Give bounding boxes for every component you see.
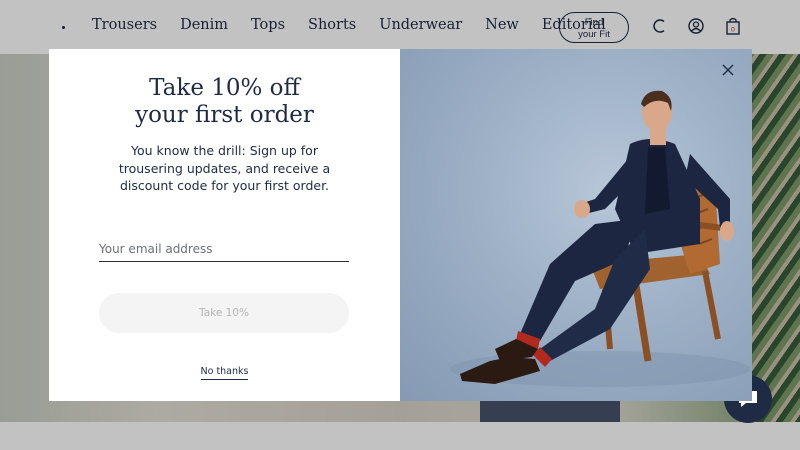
modal-description: You know the drill: Sign up for trouseri… — [118, 143, 331, 193]
modal-photo — [400, 49, 752, 401]
model-illustration — [450, 90, 750, 387]
email-field[interactable] — [99, 236, 349, 262]
no-thanks-link[interactable]: No thanks — [200, 366, 249, 380]
signup-modal: Take 10% off your first order You know t… — [49, 49, 752, 401]
close-modal-button[interactable] — [721, 63, 735, 77]
modal-title-line1: Take 10% off — [149, 75, 300, 101]
modal-title: Take 10% off your first order — [49, 75, 400, 129]
modal-content: Take 10% off your first order You know t… — [49, 49, 400, 401]
modal-title-line2: your first order — [135, 102, 314, 128]
take-10-button[interactable]: Take 10% — [99, 293, 349, 333]
close-icon — [722, 64, 734, 76]
dismiss-wrapper: No thanks — [49, 359, 400, 380]
